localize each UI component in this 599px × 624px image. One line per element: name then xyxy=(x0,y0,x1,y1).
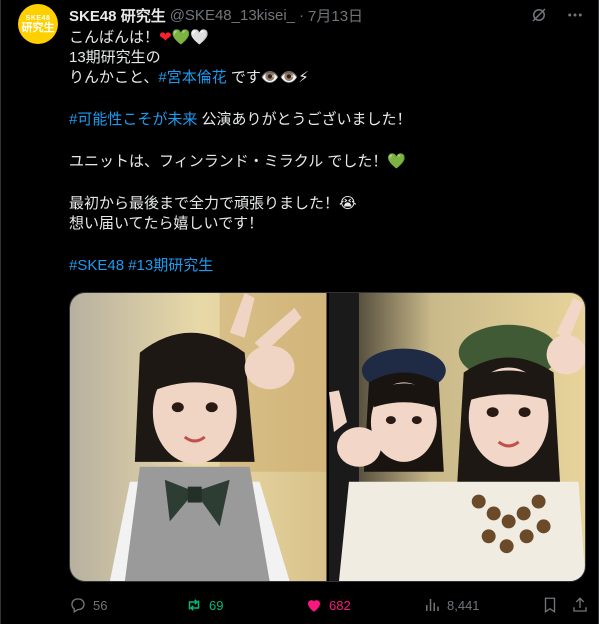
views-icon xyxy=(426,599,439,611)
text-line-8: #SKE48 #13期研究生 xyxy=(69,256,584,276)
white-heart-icon: 🤍 xyxy=(190,29,209,46)
tweet-text: こんばんは！❤💚🤍 13期研究生の りんかこと、#宮本倫花 です👁️👁️⚡ #可… xyxy=(69,28,584,276)
text-line-5: ユニットは、フィンランド・ミラクル でした！💚 xyxy=(69,152,584,172)
share-icon xyxy=(573,597,587,612)
hashtag-kanousei[interactable]: #可能性こそが未来 xyxy=(69,111,197,128)
text-line-2: 13期研究生の xyxy=(69,49,161,66)
header-actions xyxy=(530,6,584,29)
green-heart-icon: 💚 xyxy=(387,153,407,170)
text-line-7: 想い届いてたら嬉しいです！ xyxy=(69,215,264,232)
intro-text: りんかこと、 xyxy=(69,69,159,86)
reply-count: 56 xyxy=(93,597,108,613)
avatar[interactable]: SKE48 研究生 xyxy=(18,4,58,44)
share-button[interactable] xyxy=(571,596,589,614)
repost-icon xyxy=(188,599,200,611)
separator-dot: · xyxy=(299,6,305,24)
repost-count: 69 xyxy=(209,597,224,613)
text-line-6: 最初から最後まで全力で頑張りました！😭 xyxy=(69,195,357,212)
bookmark-icon xyxy=(544,597,556,614)
hashtag-miyamoto[interactable]: #宮本倫花 xyxy=(158,69,226,86)
tweet-container: SKE48 研究生 SKE48 研究生 @SKE48_13kisei_ · 7月… xyxy=(0,0,599,624)
like-heart-icon xyxy=(308,600,320,612)
text-line-1: こんばんは！❤💚🤍 xyxy=(69,28,584,48)
like-count: 682 xyxy=(329,597,351,613)
avatar-text-top: SKE48 xyxy=(25,14,51,22)
views-button[interactable]: 8,441 xyxy=(423,596,480,614)
text-line-3: りんかこと、#宮本倫花 です👁️👁️⚡ xyxy=(69,68,584,88)
tweet-header: SKE48 研究生 @SKE48_13kisei_ · 7月13日 xyxy=(69,5,363,25)
photo-1[interactable] xyxy=(70,293,327,581)
intro-suffix: です👁️👁️⚡ xyxy=(226,69,309,86)
reply-icon xyxy=(71,598,85,613)
hashtag-13ki[interactable]: #13期研究生 xyxy=(128,257,213,274)
author-name[interactable]: SKE48 研究生 xyxy=(69,5,166,26)
green-heart-icon: 💚 xyxy=(171,29,191,46)
reply-button[interactable]: 56 xyxy=(69,596,107,614)
greeting-text: こんばんは！ xyxy=(69,29,160,46)
grok-icon[interactable] xyxy=(530,6,548,29)
action-bar: 56 69 682 8,441 xyxy=(69,596,589,616)
bookmark-button[interactable] xyxy=(541,596,559,614)
red-heart-icon: ❤ xyxy=(159,29,172,46)
media-gallery xyxy=(69,292,586,582)
hashtag-ske48[interactable]: #SKE48 xyxy=(69,257,124,274)
text-line-4: #可能性こそが未来 公演ありがとうございました！ xyxy=(69,110,584,130)
avatar-text-bottom: 研究生 xyxy=(21,21,55,34)
post-date[interactable]: 7月13日 xyxy=(308,5,363,26)
more-icon[interactable] xyxy=(566,6,584,29)
thanks-text: 公演ありがとうございました！ xyxy=(197,111,412,128)
photo-2[interactable] xyxy=(328,293,585,581)
unit-text: ユニットは、フィンランド・ミラクル でした！ xyxy=(69,153,388,170)
author-handle[interactable]: @SKE48_13kisei_ xyxy=(170,7,295,24)
like-button[interactable]: 682 xyxy=(305,596,351,614)
views-count: 8,441 xyxy=(447,597,480,613)
repost-button[interactable]: 69 xyxy=(185,596,223,614)
